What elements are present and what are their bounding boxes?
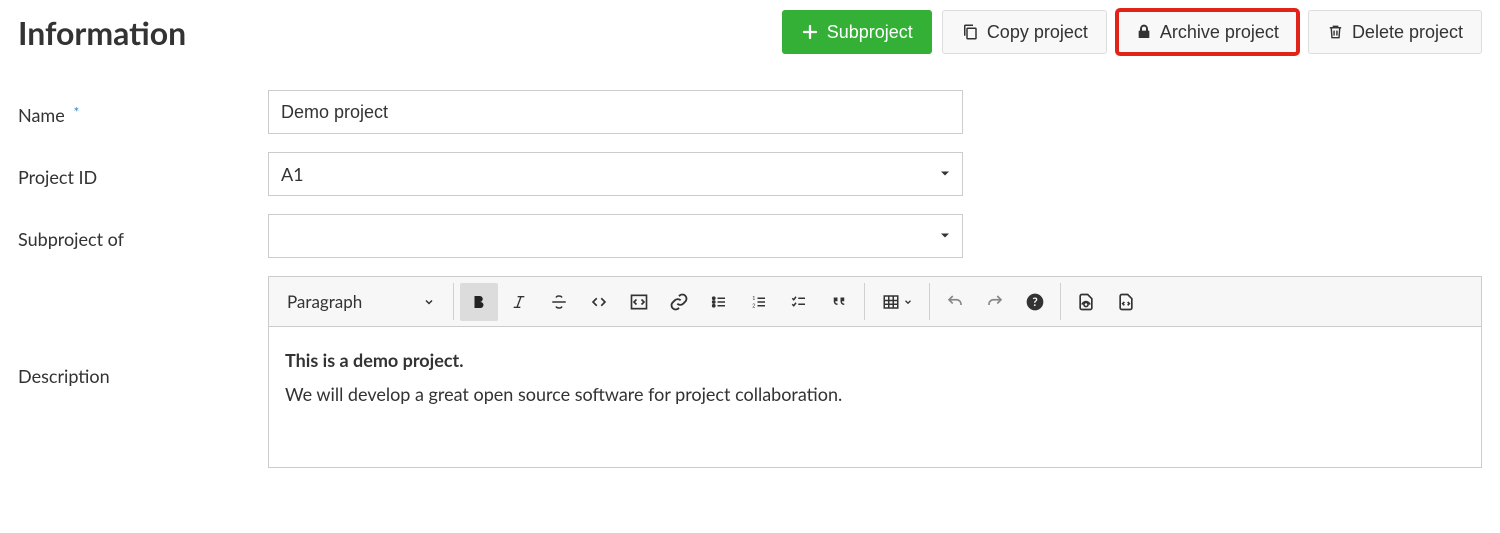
editor-line-bold: This is a demo project.	[285, 347, 1465, 375]
page-title: Information	[18, 13, 186, 52]
table-button[interactable]	[871, 283, 923, 321]
delete-project-button[interactable]: Delete project	[1308, 10, 1482, 54]
undo-button[interactable]	[936, 283, 974, 321]
svg-text:2: 2	[752, 303, 755, 309]
italic-button[interactable]	[500, 283, 538, 321]
subproject-of-select[interactable]	[268, 214, 963, 258]
code-block-button[interactable]	[620, 283, 658, 321]
description-label: Description	[18, 365, 110, 387]
source-button[interactable]	[1107, 283, 1145, 321]
project-id-label: Project ID	[18, 160, 268, 188]
editor-content[interactable]: This is a demo project. We will develop …	[269, 327, 1481, 467]
archive-project-button[interactable]: Archive project	[1117, 10, 1298, 54]
required-mark: *	[73, 104, 79, 121]
trash-icon	[1327, 23, 1344, 41]
numbered-list-button[interactable]: 12	[740, 283, 778, 321]
subproject-button-label: Subproject	[827, 22, 913, 43]
inline-code-button[interactable]	[580, 283, 618, 321]
lock-icon	[1136, 23, 1152, 41]
paragraph-style-dropdown[interactable]: Paragraph	[275, 284, 447, 320]
blockquote-button[interactable]	[820, 283, 858, 321]
svg-text:?: ?	[1032, 295, 1037, 309]
delete-project-button-label: Delete project	[1352, 22, 1463, 43]
task-list-button[interactable]	[780, 283, 818, 321]
preview-button[interactable]	[1067, 283, 1105, 321]
editor-line-body: We will develop a great open source soft…	[285, 381, 1465, 409]
name-row: Name *	[18, 90, 1482, 134]
description-row: Description Paragraph	[18, 276, 1482, 476]
rich-text-editor: Paragraph	[268, 276, 1482, 468]
chevron-down-icon	[423, 291, 435, 312]
strikethrough-button[interactable]	[540, 283, 578, 321]
project-id-row: Project ID A1	[18, 152, 1482, 196]
redo-button[interactable]	[976, 283, 1014, 321]
subproject-of-row: Subproject of	[18, 214, 1482, 258]
help-button[interactable]: ?	[1016, 283, 1054, 321]
paragraph-style-label: Paragraph	[287, 291, 362, 312]
subproject-of-label: Subproject of	[18, 222, 268, 250]
project-id-value: A1	[281, 163, 304, 185]
name-label-text: Name	[18, 104, 65, 126]
bold-button[interactable]	[460, 283, 498, 321]
name-input[interactable]	[268, 90, 963, 134]
action-buttons: Subproject Copy project Archive project …	[782, 10, 1482, 54]
project-id-select[interactable]: A1	[268, 152, 963, 196]
editor-toolbar: Paragraph	[269, 277, 1481, 327]
archive-project-button-label: Archive project	[1160, 22, 1279, 43]
bullet-list-button[interactable]	[700, 283, 738, 321]
copy-project-button-label: Copy project	[987, 22, 1088, 43]
link-button[interactable]	[660, 283, 698, 321]
plus-icon	[801, 23, 819, 41]
copy-project-button[interactable]: Copy project	[942, 10, 1107, 54]
name-label: Name *	[18, 98, 268, 126]
subproject-button[interactable]: Subproject	[782, 10, 932, 54]
copy-icon	[961, 23, 979, 41]
svg-text:1: 1	[752, 295, 755, 301]
page-header: Information Subproject Copy project Arch…	[18, 10, 1482, 54]
